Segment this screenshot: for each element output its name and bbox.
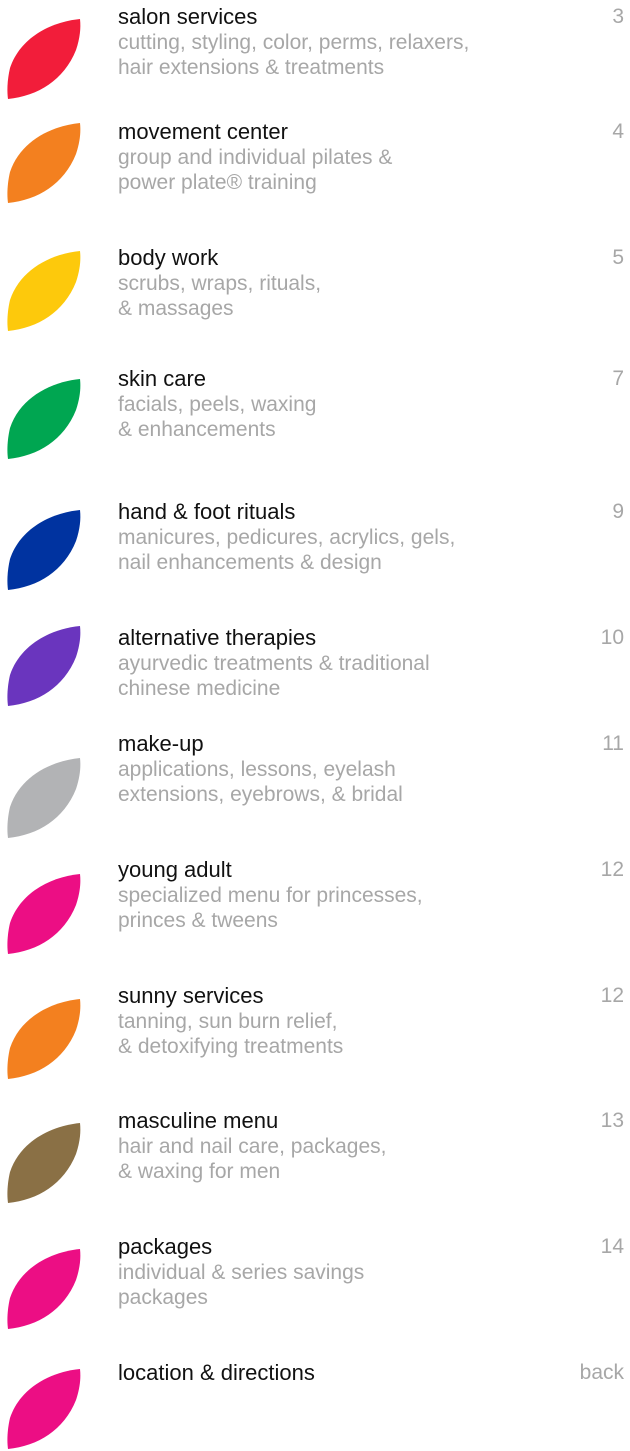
item-description-line-2: power plate® training	[118, 171, 317, 194]
item-text: skin care facials, peels, waxing & enhan…	[118, 366, 518, 442]
leaf-icon	[4, 509, 82, 591]
menu-item-movement-center[interactable]: movement center group and individual pil…	[0, 119, 630, 234]
item-text: alternative therapies ayurvedic treatmen…	[118, 625, 518, 701]
item-description-line-2: & enhancements	[118, 418, 276, 441]
item-title: sunny services	[118, 983, 264, 1008]
item-text: hand & foot rituals manicures, pedicures…	[118, 499, 518, 575]
leaf-shape	[7, 510, 81, 590]
page-number: 12	[600, 984, 624, 1007]
item-description-line-2: & waxing for men	[118, 1160, 281, 1183]
item-title: young adult	[118, 857, 232, 882]
leaf-icon	[4, 873, 82, 955]
page-number: 9	[612, 500, 624, 523]
leaf-icon	[4, 1248, 82, 1330]
menu-item-location-directions[interactable]: location & directions	[0, 1360, 630, 1451]
item-description-line-2: hair extensions & treatments	[118, 56, 385, 79]
item-description-line-2: & massages	[118, 297, 234, 320]
item-description-line-1: tanning, sun burn relief,	[118, 1010, 338, 1033]
leaf-icon	[4, 122, 82, 204]
item-description-line-2: & detoxifying treatments	[118, 1035, 344, 1058]
item-description-line-1: manicures, pedicures, acrylics, gels,	[118, 526, 456, 549]
leaf-shape	[7, 1249, 81, 1329]
item-description-line-2: packages	[118, 1286, 208, 1309]
item-description-line-1: facials, peels, waxing	[118, 393, 317, 416]
page-number: 3	[612, 5, 624, 28]
item-text: location & directions	[118, 1360, 518, 1386]
item-description-line-1: group and individual pilates &	[118, 146, 393, 169]
item-title: make-up	[118, 731, 204, 756]
leaf-icon	[4, 998, 82, 1080]
leaf-shape	[7, 874, 81, 954]
item-text: sunny services tanning, sun burn relief,…	[118, 983, 518, 1059]
menu-item-body-work[interactable]: body work scrubs, wraps, rituals, & mass…	[0, 245, 630, 360]
leaf-shape	[7, 758, 81, 838]
item-text: salon services cutting, styling, color, …	[118, 4, 518, 80]
item-description-line-2: extensions, eyebrows, & bridal	[118, 783, 403, 806]
item-description-line-1: ayurvedic treatments & traditional	[118, 652, 430, 675]
leaf-shape	[7, 626, 81, 706]
item-title: salon services	[118, 4, 258, 29]
leaf-shape	[7, 123, 81, 203]
menu-item-salon-services[interactable]: salon services cutting, styling, color, …	[0, 4, 630, 119]
item-title: packages	[118, 1234, 213, 1259]
item-description-line-2: princes & tweens	[118, 909, 278, 932]
page-number: 13	[600, 1109, 624, 1132]
page-number: 12	[600, 858, 624, 881]
item-description-line-2: nail enhancements & design	[118, 551, 382, 574]
item-description-line-1: applications, lessons, eyelash	[118, 758, 396, 781]
page-number: 11	[602, 732, 624, 755]
item-title: hand & foot rituals	[118, 499, 296, 524]
page-number: 4	[612, 120, 624, 143]
item-description-line-1: specialized menu for princesses,	[118, 884, 423, 907]
menu-item-skin-care[interactable]: skin care facials, peels, waxing & enhan…	[0, 366, 630, 481]
item-description-line-1: hair and nail care, packages,	[118, 1135, 387, 1158]
leaf-shape	[7, 1369, 81, 1449]
menu-item-hand-foot-rituals[interactable]: hand & foot rituals manicures, pedicures…	[0, 499, 630, 614]
item-title: movement center	[118, 119, 288, 144]
menu-item-young-adult[interactable]: young adult specialized menu for princes…	[0, 857, 630, 972]
leaf-shape	[7, 999, 81, 1079]
back-link[interactable]: back	[580, 1360, 624, 1386]
leaf-shape	[7, 251, 81, 331]
leaf-icon	[4, 250, 82, 332]
menu-item-masculine-menu[interactable]: masculine menu hair and nail care, packa…	[0, 1108, 630, 1223]
item-description-line-2: chinese medicine	[118, 677, 281, 700]
item-description-line-1: cutting, styling, color, perms, relaxers…	[118, 31, 470, 54]
menu-item-alternative-therapies[interactable]: alternative therapies ayurvedic treatmen…	[0, 625, 630, 740]
leaf-shape	[7, 19, 81, 99]
menu-item-packages[interactable]: packages individual & series savings pac…	[0, 1234, 630, 1349]
item-text: movement center group and individual pil…	[118, 119, 518, 195]
page-number: 5	[612, 246, 624, 269]
item-title: alternative therapies	[118, 625, 317, 650]
leaf-icon	[4, 757, 82, 839]
leaf-icon	[4, 1122, 82, 1204]
item-description-line-1: individual & series savings	[118, 1261, 365, 1284]
item-text: make-up applications, lessons, eyelash e…	[118, 731, 518, 807]
menu-item-sunny-services[interactable]: sunny services tanning, sun burn relief,…	[0, 983, 630, 1098]
leaf-icon	[4, 1368, 82, 1450]
item-text: body work scrubs, wraps, rituals, & mass…	[118, 245, 518, 321]
item-text: packages individual & series savings pac…	[118, 1234, 518, 1310]
menu-item-make-up[interactable]: make-up applications, lessons, eyelash e…	[0, 731, 630, 846]
item-title: masculine menu	[118, 1108, 279, 1133]
leaf-shape	[7, 1123, 81, 1203]
item-text: masculine menu hair and nail care, packa…	[118, 1108, 518, 1184]
item-title: body work	[118, 245, 219, 270]
spa-menu: salon services cutting, styling, color, …	[0, 0, 630, 1451]
leaf-shape	[7, 379, 81, 459]
page-number: 10	[600, 626, 624, 649]
leaf-icon	[4, 18, 82, 100]
page-number: 7	[612, 367, 624, 390]
item-text: young adult specialized menu for princes…	[118, 857, 518, 933]
leaf-icon	[4, 378, 82, 460]
item-title: skin care	[118, 366, 207, 391]
leaf-icon	[4, 625, 82, 707]
item-title: location & directions	[118, 1360, 315, 1385]
item-description-line-1: scrubs, wraps, rituals,	[118, 272, 322, 295]
page-number: 14	[600, 1235, 624, 1258]
